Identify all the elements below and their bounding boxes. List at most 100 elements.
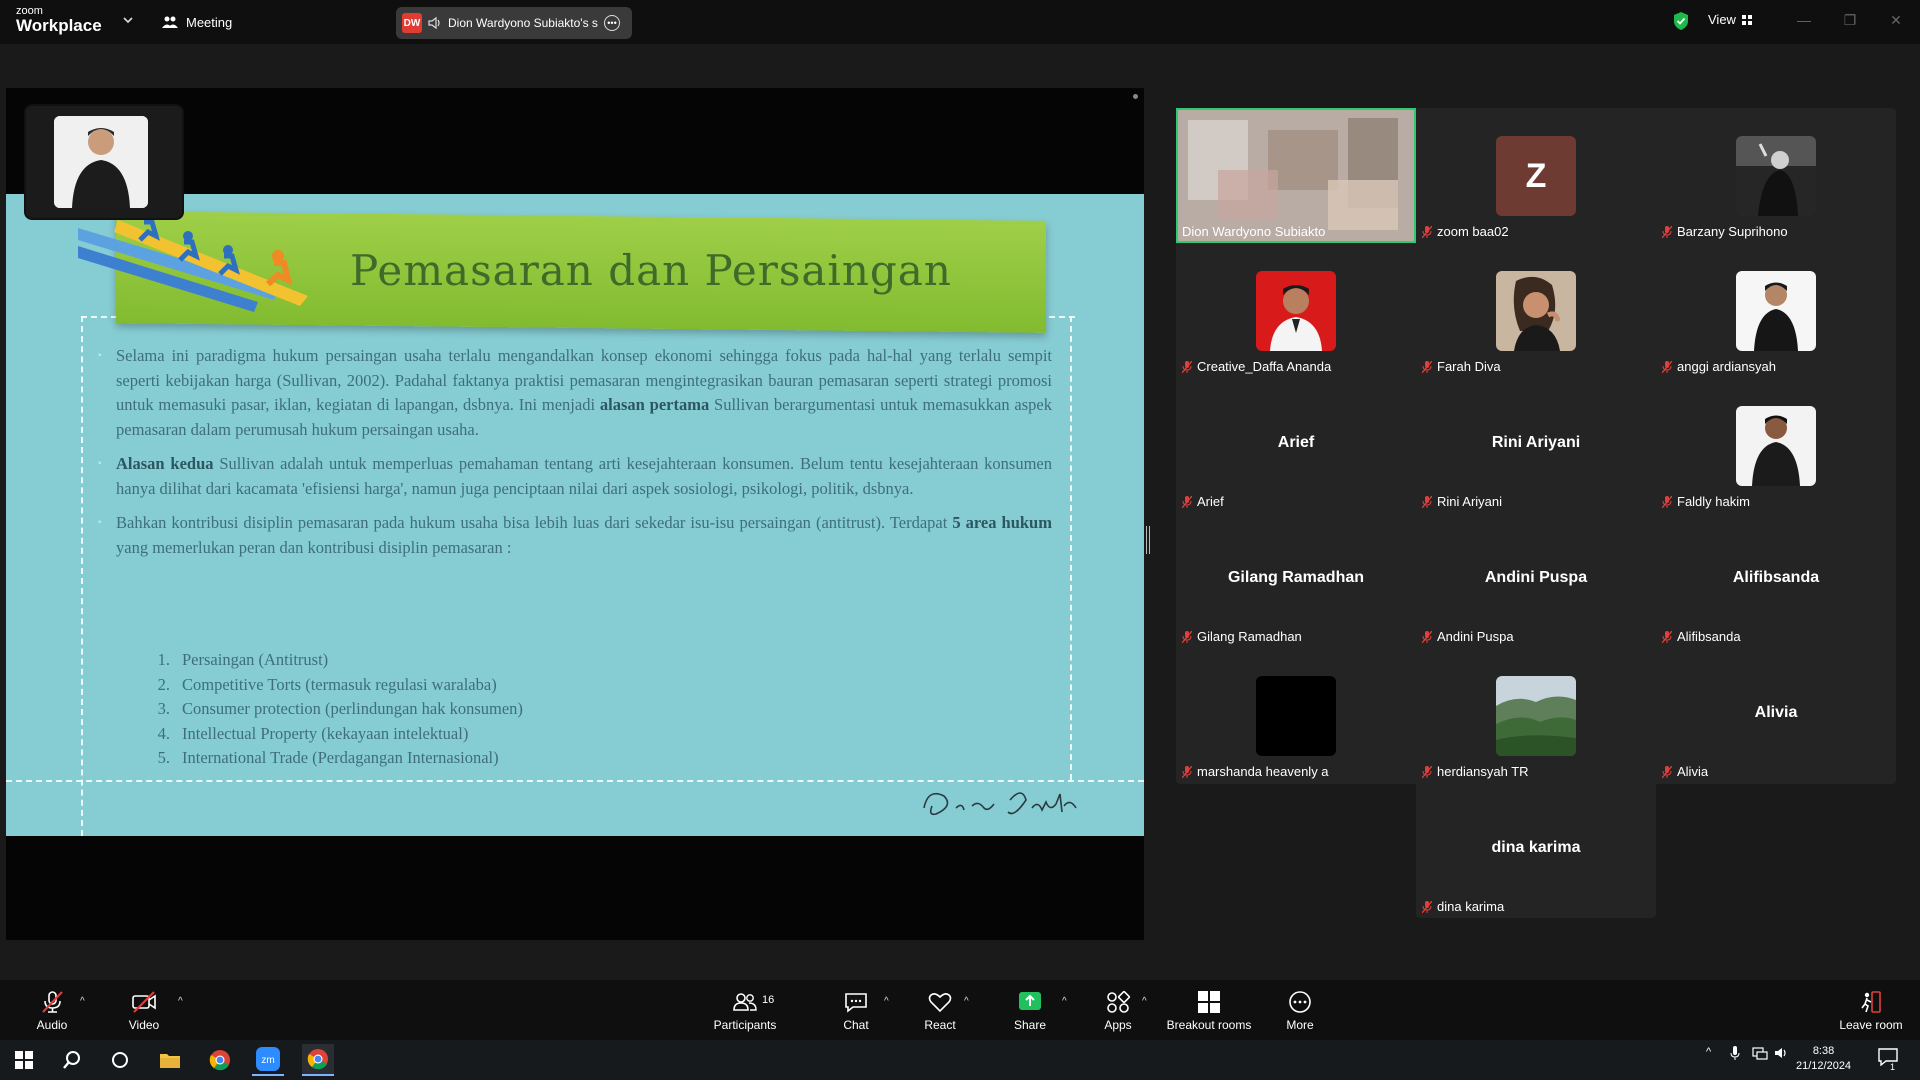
file-explorer-icon[interactable] bbox=[154, 1044, 186, 1076]
volume-tray-icon[interactable] bbox=[1774, 1046, 1788, 1063]
apps-options-caret-icon[interactable]: ^ bbox=[1142, 996, 1147, 1007]
participant-label: Alivia bbox=[1662, 764, 1708, 779]
speaker-icon[interactable] bbox=[428, 16, 442, 30]
panel-splitter-handle[interactable] bbox=[1146, 526, 1150, 554]
more-icon bbox=[1289, 991, 1311, 1013]
participant-tile[interactable]: Alifibsanda Alifibsanda bbox=[1656, 513, 1896, 648]
minimize-icon[interactable]: — bbox=[1796, 12, 1812, 28]
participant-tile[interactable]: marshanda heavenly a bbox=[1176, 648, 1416, 783]
participant-tile[interactable]: Dion Wardyono Subiakto bbox=[1176, 108, 1416, 243]
participant-label: anggi ardiansyah bbox=[1662, 359, 1776, 374]
clock-date: 21/12/2024 bbox=[1796, 1060, 1852, 1072]
video-off-icon bbox=[132, 991, 156, 1013]
mic-muted-icon bbox=[1662, 630, 1672, 643]
meeting-icon bbox=[162, 16, 178, 28]
share-button[interactable]: Share bbox=[1010, 980, 1050, 1040]
participant-tile[interactable]: Gilang Ramadhan Gilang Ramadhan bbox=[1176, 513, 1416, 648]
list-number: 5. bbox=[157, 748, 170, 767]
participant-photo bbox=[1256, 676, 1336, 756]
zoom-app-icon[interactable]: zm bbox=[252, 1044, 284, 1076]
list-text: Persaingan (Antitrust) bbox=[182, 650, 329, 669]
participant-label: Arief bbox=[1182, 494, 1224, 509]
participant-label: herdiansyah TR bbox=[1422, 764, 1529, 779]
mic-muted-icon bbox=[1422, 765, 1432, 778]
windows-start-icon[interactable] bbox=[8, 1044, 40, 1076]
participant-tile[interactable]: Rini Ariyani Rini Ariyani bbox=[1416, 378, 1656, 513]
view-button[interactable]: View bbox=[1708, 12, 1752, 27]
screen-share-indicator[interactable]: DW Dion Wardyono Subiakto's s ••• bbox=[396, 7, 632, 39]
search-icon[interactable] bbox=[56, 1044, 88, 1076]
presentation-slide: Pemasaran dan Persaingan Selama ini para… bbox=[6, 194, 1144, 836]
slide-border-left bbox=[81, 316, 83, 836]
react-options-caret-icon[interactable]: ^ bbox=[964, 996, 969, 1007]
list-number: 4. bbox=[157, 723, 170, 743]
more-options-icon[interactable]: ••• bbox=[604, 15, 620, 31]
maximize-icon[interactable]: ❐ bbox=[1842, 12, 1858, 28]
close-icon[interactable]: ✕ bbox=[1888, 12, 1904, 28]
share-options-caret-icon[interactable]: ^ bbox=[1062, 996, 1067, 1007]
participant-tile[interactable]: Arief Arief bbox=[1176, 378, 1416, 513]
participant-label: Farah Diva bbox=[1422, 359, 1501, 374]
participant-tile[interactable]: Faldly hakim bbox=[1656, 378, 1896, 513]
participant-label: Gilang Ramadhan bbox=[1182, 629, 1302, 644]
video-options-caret-icon[interactable]: ^ bbox=[178, 996, 183, 1007]
participant-tile[interactable]: Barzany Suprihono bbox=[1656, 108, 1896, 243]
chat-options-caret-icon[interactable]: ^ bbox=[884, 996, 889, 1007]
more-button[interactable]: More bbox=[1280, 980, 1320, 1040]
system-clock[interactable]: 8:38 21/12/2024 bbox=[1796, 1044, 1851, 1074]
participant-tile[interactable]: Creative_Daffa Ananda bbox=[1176, 243, 1416, 378]
letter-avatar: Z bbox=[1496, 136, 1576, 216]
microphone-tray-icon[interactable] bbox=[1730, 1046, 1740, 1063]
cortana-icon[interactable] bbox=[104, 1044, 136, 1076]
slide-paragraph-2: Alasan kedua Sullivan adalah untuk mempe… bbox=[98, 452, 1052, 501]
participant-display-name: Alifibsanda bbox=[1732, 569, 1820, 586]
participant-tile[interactable]: Alivia Alivia bbox=[1656, 648, 1896, 783]
security-shield-icon[interactable] bbox=[1672, 11, 1690, 31]
chrome-icon[interactable] bbox=[204, 1044, 236, 1076]
video-button[interactable]: Video bbox=[124, 980, 164, 1040]
list-item: 3. Consumer protection (perlindungan hak … bbox=[156, 697, 523, 722]
participants-icon bbox=[733, 993, 757, 1011]
list-text: International Trade (Perdagangan Interna… bbox=[182, 748, 499, 767]
participant-tile[interactable]: Farah Diva bbox=[1416, 243, 1656, 378]
clock-time: 8:38 bbox=[1812, 1045, 1835, 1057]
react-button[interactable]: React bbox=[920, 980, 960, 1040]
runners-illustration bbox=[78, 211, 308, 312]
list-text: Consumer protection (perlindungan hak ko… bbox=[182, 699, 523, 718]
participant-tile[interactable]: dina karima dina karima bbox=[1416, 783, 1656, 918]
participant-photo bbox=[1736, 136, 1816, 216]
participant-name: Alifibsanda bbox=[1677, 629, 1741, 644]
participants-button[interactable]: Participants bbox=[710, 980, 780, 1040]
chevron-down-icon[interactable] bbox=[122, 14, 134, 26]
participant-tile[interactable]: Andini Puspa Andini Puspa bbox=[1416, 513, 1656, 648]
participants-label: Participants bbox=[713, 1018, 777, 1032]
participant-name: anggi ardiansyah bbox=[1677, 359, 1777, 374]
participant-label: Andini Puspa bbox=[1422, 629, 1514, 644]
mic-muted-icon bbox=[1182, 495, 1192, 508]
participant-tile[interactable]: herdiansyah TR bbox=[1416, 648, 1656, 783]
meeting-tab[interactable]: Meeting bbox=[162, 12, 232, 32]
participant-photo bbox=[1496, 271, 1576, 351]
presenter-self-view[interactable] bbox=[26, 106, 182, 218]
participant-name: dina karima bbox=[1437, 899, 1505, 914]
slide-title: Pemasaran dan Persaingan bbox=[350, 246, 952, 295]
list-item: 1. Persaingan (Antitrust) bbox=[156, 648, 523, 673]
tray-overflow-chevron-icon[interactable]: ^ bbox=[1706, 1046, 1711, 1058]
participant-tile[interactable]: anggi ardiansyah bbox=[1656, 243, 1896, 378]
mic-muted-icon bbox=[1662, 765, 1672, 778]
network-tray-icon[interactable] bbox=[1752, 1046, 1768, 1063]
participant-tile[interactable]: Z zoom baa02 bbox=[1416, 108, 1656, 243]
chat-button[interactable]: Chat bbox=[836, 980, 876, 1040]
chrome-active-window-icon[interactable] bbox=[302, 1044, 334, 1076]
shared-screen[interactable]: Pemasaran dan Persaingan Selama ini para… bbox=[6, 88, 1144, 940]
sharer-name: Dion Wardyono Subiakto's s bbox=[448, 16, 598, 30]
leave-room-button[interactable]: Leave room bbox=[1836, 980, 1906, 1040]
list-item: 4. Intellectual Property (kekayaan intele… bbox=[156, 722, 523, 747]
breakout-rooms-button[interactable]: Breakout rooms bbox=[1166, 980, 1252, 1040]
breakout-rooms-icon bbox=[1198, 991, 1220, 1013]
zoom-workplace-logo[interactable]: zoom Workplace bbox=[16, 6, 102, 35]
audio-button[interactable]: Audio bbox=[32, 980, 72, 1040]
audio-options-caret-icon[interactable]: ^ bbox=[80, 996, 85, 1007]
apps-button[interactable]: Apps bbox=[1098, 980, 1138, 1040]
participant-name: Creative_Daffa Ananda bbox=[1197, 359, 1332, 374]
